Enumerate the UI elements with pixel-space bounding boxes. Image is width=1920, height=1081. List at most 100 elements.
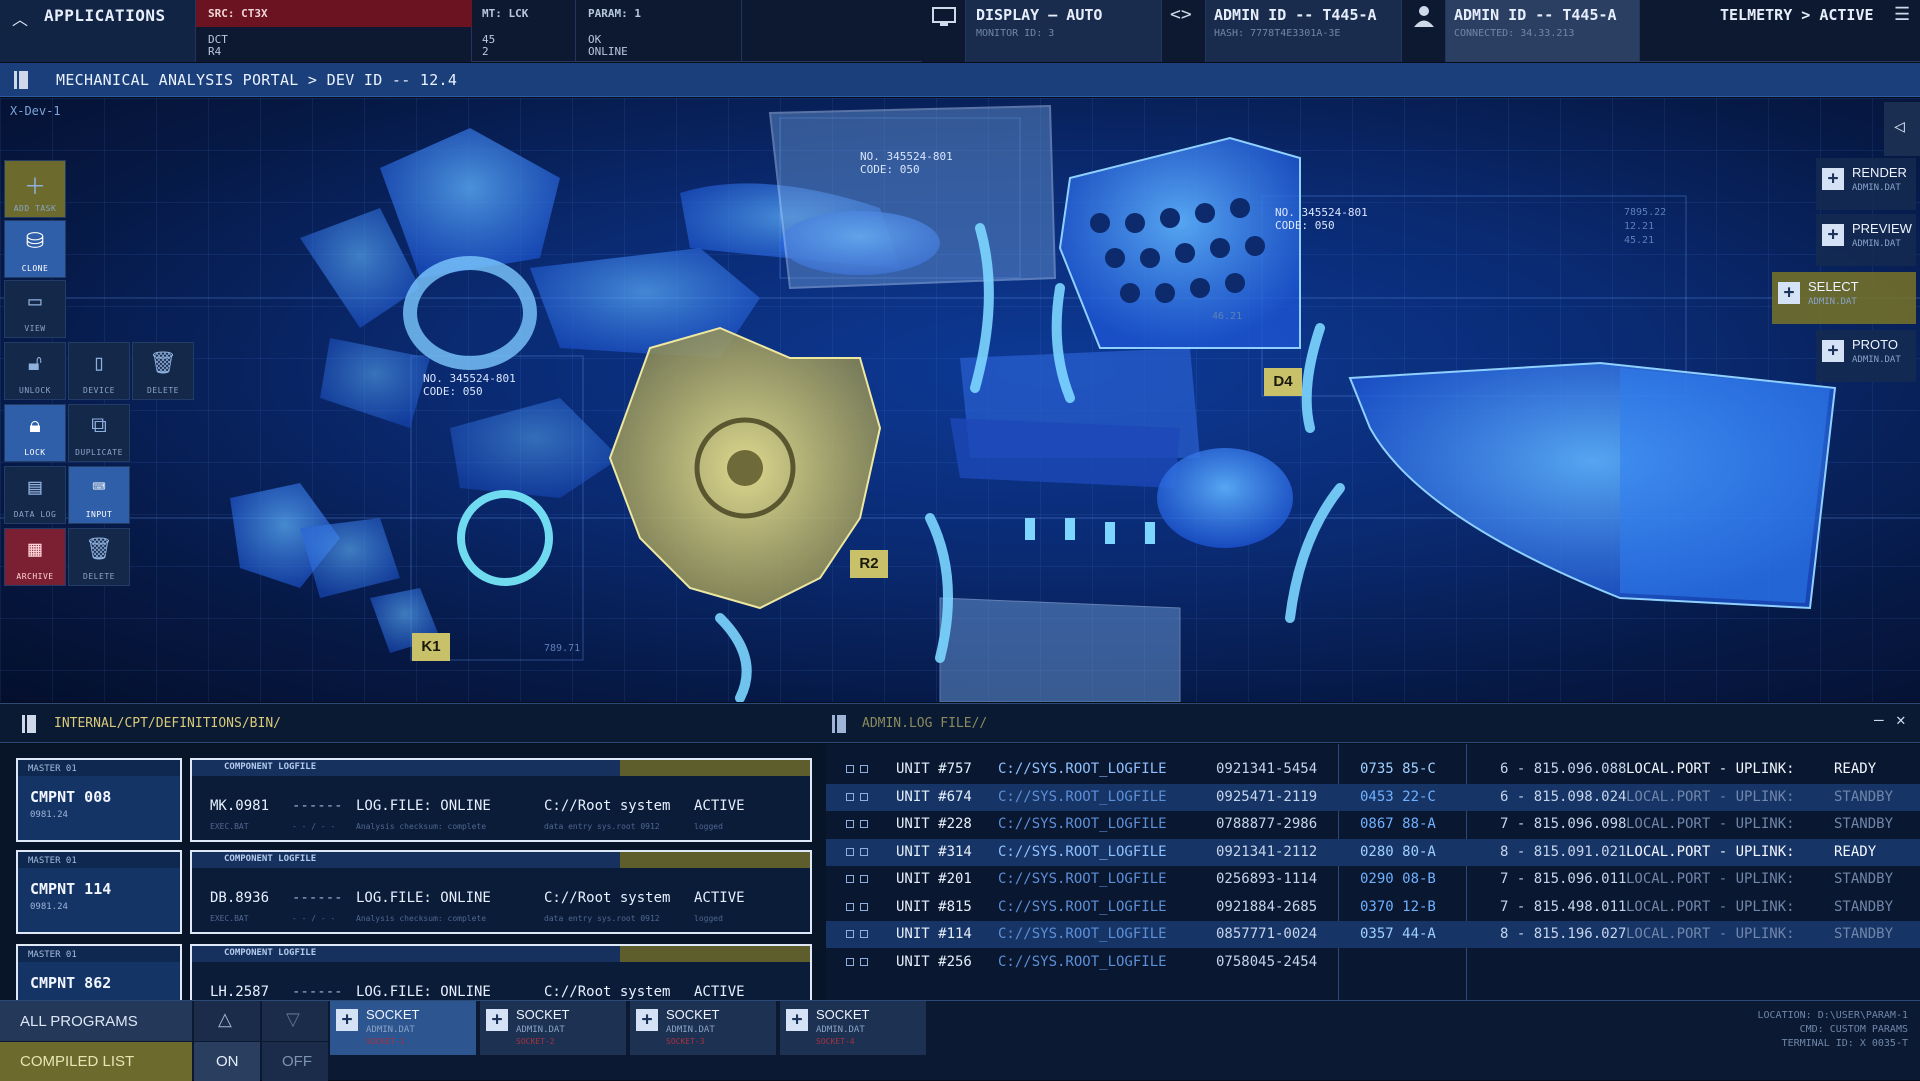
preview-button[interactable]: + PREVIEW ADMIN.DAT [1816, 214, 1916, 266]
socket-button-2[interactable]: + SOCKET ADMIN.DAT SOCKET-2 [480, 1001, 626, 1055]
schematic-drawing [0, 104, 1920, 702]
cell-code: 0453 22-C [1360, 788, 1436, 805]
close-button[interactable]: ✕ [1896, 710, 1906, 729]
row-checkbox[interactable] [846, 847, 854, 856]
keyboard-icon: ⌨ [92, 475, 106, 500]
cell-path: C://SYS.ROOT_LOGFILE [998, 843, 1167, 860]
cell-status: STANDBY [1834, 871, 1894, 887]
component-logfile[interactable]: COMPONENT LOGFILE DB.8936 ------ LOG.FIL… [190, 850, 812, 934]
panel-headers: INTERNAL/CPT/DEFINITIONS/BIN/ ADMIN.LOG … [0, 703, 1920, 743]
row-checkbox[interactable] [846, 957, 854, 966]
delete-button-bottom[interactable]: 🗑︎ DELETE [68, 528, 130, 586]
display-mode[interactable]: DISPLAY – AUTO MONITOR ID: 3 [966, 0, 1162, 62]
component-card[interactable]: MASTER 01 CMPNT 008 0981.24 [16, 758, 182, 842]
row-checkbox[interactable] [860, 930, 868, 938]
row-checkbox[interactable] [860, 902, 868, 911]
row-checkbox[interactable] [846, 875, 854, 883]
display-sub: MONITOR ID: 3 [976, 28, 1055, 39]
monitor-icon[interactable] [922, 0, 966, 62]
collapse-panel-button[interactable]: ◁ [1884, 102, 1920, 156]
device-button[interactable]: ▯ DEVICE [68, 342, 130, 400]
archive-button[interactable]: ▦ ARCHIVE [4, 528, 66, 586]
all-programs-button[interactable]: ALL PROGRAMS [0, 1001, 192, 1041]
proto-button[interactable]: + PROTO ADMIN.DAT [1816, 330, 1916, 382]
data-log-button[interactable]: ▤ DATA LOG [4, 466, 66, 524]
tag-r2[interactable]: R2 [850, 550, 888, 578]
cell-unit: UNIT #314 [896, 843, 972, 860]
component-card[interactable]: MASTER 01 CMPNT 862 [16, 944, 182, 1000]
select-button[interactable]: + SELECT ADMIN.DAT [1772, 272, 1916, 324]
table-row[interactable]: UNIT #314 C://SYS.ROOT_LOGFILE 0921341-211… [826, 838, 1920, 866]
row-checkbox[interactable] [860, 957, 868, 966]
input-button[interactable]: ⌨ INPUT [68, 466, 130, 524]
row-checkbox[interactable] [860, 820, 868, 828]
row-checkbox[interactable] [846, 792, 854, 801]
duplicate-button[interactable]: ⧉ DUPLICATE [68, 404, 130, 462]
tag-k1[interactable]: K1 [412, 633, 450, 661]
cell-val: 6 - 815.098.024 [1500, 788, 1627, 805]
add-task-button[interactable]: ＋ ADD TASK [4, 160, 66, 218]
table-row[interactable]: UNIT #114 C://SYS.ROOT_LOGFILE 0857771-002… [826, 921, 1920, 948]
applications-label: APPLICATIONS [44, 6, 166, 25]
admin-id-hash[interactable]: ADMIN ID -- T445-A HASH: 7778T4E3301A-3E [1206, 0, 1402, 62]
component-logfile[interactable]: COMPONENT LOGFILE MK.0981 ------ LOG.FIL… [190, 758, 812, 842]
cell-code: 0867 88-A [1360, 816, 1436, 832]
cell-unit: UNIT #815 [896, 898, 972, 915]
unlock-button[interactable]: 🔓︎ UNLOCK [4, 342, 66, 400]
terminal-info: LOCATION: D:\USER\PARAM-1 CMD: CUSTOM PA… [1757, 1010, 1908, 1049]
socket-button-1[interactable]: + SOCKET ADMIN.DAT SOCKET-1 [330, 1001, 476, 1055]
row-checkbox[interactable] [846, 930, 854, 938]
cell-num: 0758045-2454 [1216, 953, 1318, 970]
cell-path: C://SYS.ROOT_LOGFILE [998, 788, 1167, 805]
cell-num: 0921341-2112 [1216, 843, 1318, 860]
row-checkbox[interactable] [860, 765, 868, 773]
row-checkbox[interactable] [846, 902, 854, 911]
on-toggle[interactable]: ON [194, 1042, 260, 1081]
cell-code: 0357 44-A [1360, 926, 1436, 942]
row-checkbox[interactable] [846, 765, 854, 773]
lock-icon: 🔒︎ [29, 413, 41, 438]
3d-viewport[interactable]: X-Dev-1 NO. 345524-801 CODE: 050 NO. 345… [0, 98, 1920, 702]
clone-button[interactable]: ⛁ CLONE [4, 220, 66, 278]
view-button[interactable]: ▭ VIEW [4, 280, 66, 338]
row-checkbox[interactable] [860, 792, 868, 801]
cell-val: 7 - 815.096.098 [1500, 816, 1627, 832]
readout-b: 7895.22 [1624, 207, 1667, 218]
table-row[interactable]: UNIT #674 C://SYS.ROOT_LOGFILE 0925471-211… [826, 783, 1920, 811]
table-row[interactable]: UNIT #228 C://SYS.ROOT_LOGFILE 0788877-298… [826, 811, 1920, 838]
socket-button-3[interactable]: + SOCKET ADMIN.DAT SOCKET-3 [630, 1001, 776, 1055]
component-card[interactable]: MASTER 01 CMPNT 114 0981.24 [16, 850, 182, 934]
table-row[interactable]: UNIT #201 C://SYS.ROOT_LOGFILE 0256893-111… [826, 866, 1920, 893]
menu-icon[interactable]: ☰ [1894, 4, 1910, 25]
arrow-down-button[interactable]: ▽ [262, 1001, 328, 1041]
trash-icon: 🗑︎ [85, 537, 113, 562]
applications-menu[interactable]: ︿ APPLICATIONS [0, 0, 196, 62]
cell-port: LOCAL.PORT - UPLINK: [1626, 898, 1795, 915]
code-icon[interactable]: <> [1162, 0, 1206, 62]
table-row[interactable]: UNIT #256 C://SYS.ROOT_LOGFILE 0758045-245… [826, 949, 1920, 976]
row-checkbox[interactable] [860, 847, 868, 856]
table-row[interactable]: UNIT #815 C://SYS.ROOT_LOGFILE 0921884-268… [826, 894, 1920, 921]
delete-button-top[interactable]: 🗑︎ DELETE [132, 342, 194, 400]
lock-button[interactable]: 🔒︎ LOCK [4, 404, 66, 462]
cell-port: LOCAL.PORT - UPLINK: [1626, 926, 1795, 942]
cell-status: READY [1834, 843, 1877, 860]
book-icon [832, 715, 846, 733]
component-list: MASTER 01 CMPNT 008 0981.24 COMPONENT LO… [0, 744, 826, 1000]
render-button[interactable]: + RENDER ADMIN.DAT [1816, 158, 1916, 210]
row-checkbox[interactable] [860, 875, 868, 883]
tag-d4[interactable]: D4 [1264, 368, 1302, 396]
cell-path: C://SYS.ROOT_LOGFILE [998, 761, 1167, 777]
cell-path: C://SYS.ROOT_LOGFILE [998, 953, 1167, 970]
off-toggle[interactable]: OFF [262, 1042, 328, 1081]
user-icon[interactable] [1402, 0, 1446, 62]
table-row[interactable]: UNIT #757 C://SYS.ROOT_LOGFILE 0921341-545… [826, 756, 1920, 783]
admin-id-connected[interactable]: ADMIN ID -- T445-A CONNECTED: 34.33.213 [1446, 0, 1640, 62]
socket-button-4[interactable]: + SOCKET ADMIN.DAT SOCKET-4 [780, 1001, 926, 1055]
row-checkbox[interactable] [846, 820, 854, 828]
compiled-list-button[interactable]: COMPILED LIST [0, 1042, 192, 1081]
readout-c: 12.21 [1624, 221, 1655, 232]
minimize-button[interactable]: – [1874, 710, 1884, 729]
component-logfile[interactable]: COMPONENT LOGFILE LH.2587 ------ LOG.FIL… [190, 944, 812, 1000]
arrow-up-button[interactable]: △ [194, 1001, 260, 1041]
